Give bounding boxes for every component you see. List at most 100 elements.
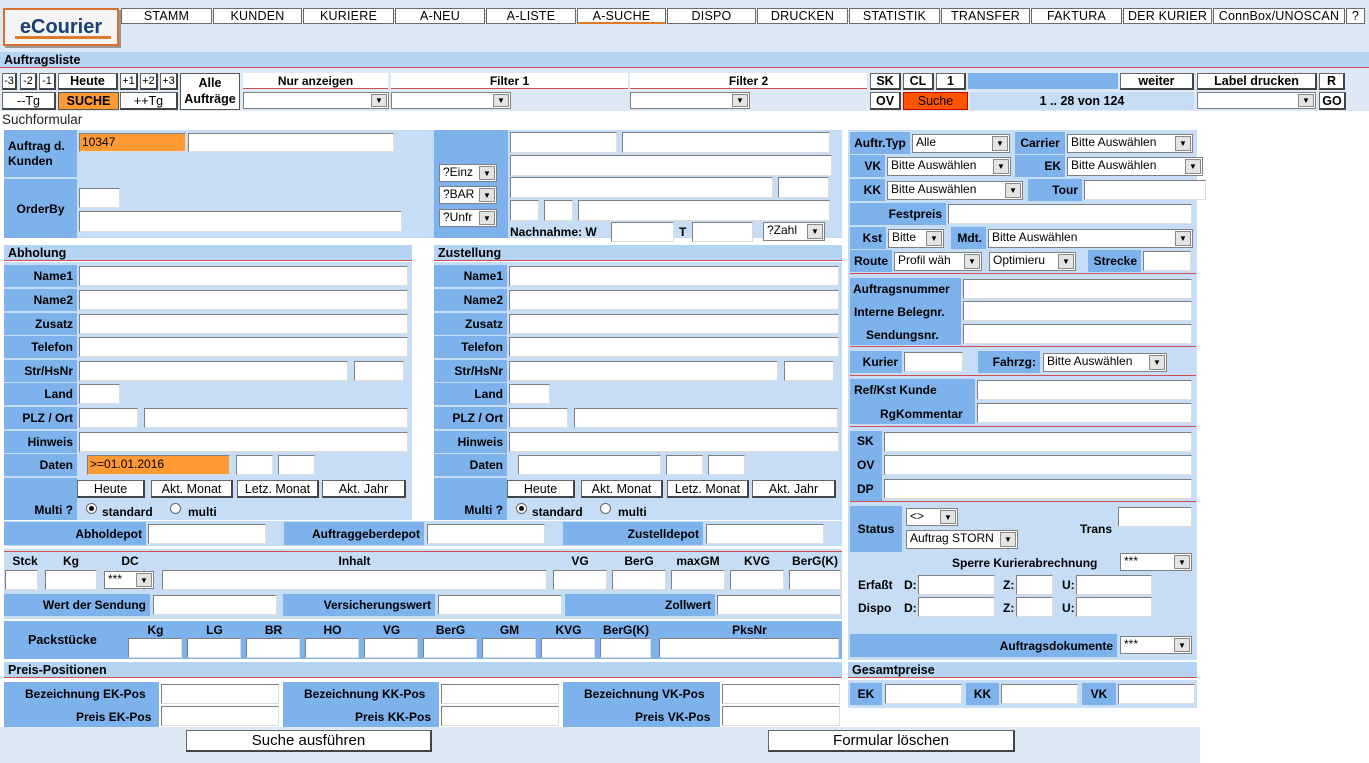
total-ek-input[interactable] [885,684,962,704]
order-number-input[interactable] [963,279,1192,299]
insurance-input[interactable] [438,595,562,615]
goods-vg-input[interactable] [553,570,607,590]
pickup-standard-radio[interactable] [86,503,97,514]
docs-select[interactable]: *** ▼ [1120,636,1192,654]
status-select[interactable]: Auftrag STORN ▼ [906,530,1018,549]
package-input-br[interactable] [246,638,300,658]
delivery-date-btn-heute[interactable]: Heute [507,480,575,498]
total-kk-input[interactable] [1001,684,1078,704]
unfr-select[interactable]: ?Unfr ▼ [439,209,497,227]
day-plus-2-button[interactable]: +2 [140,73,158,90]
nav-kuriere[interactable]: KURIERE [303,8,394,24]
pickup-date-btn-akt-monat[interactable]: Akt. Monat [151,480,233,498]
sk-input[interactable] [884,432,1192,452]
run-search-button[interactable]: Suche ausführen [186,730,432,752]
only-show-select[interactable]: ▼ [243,92,389,109]
goods-stck-input[interactable] [5,570,38,590]
pickup-date-from-input[interactable]: >=01.01.2016 [87,455,230,475]
pickup-date-btn-heute[interactable]: Heute [77,480,145,498]
pickup-multi-radio[interactable] [170,503,181,514]
delivery-telefon-input[interactable] [509,337,839,357]
kk-select[interactable]: Bitte Auswählen ▼ [887,181,1023,200]
vehicle-select[interactable]: Bitte Auswählen ▼ [1043,353,1167,372]
einz-select[interactable]: ?Einz ▼ [439,164,497,182]
customer-order-extra-input[interactable] [188,133,394,152]
delivery-housenr-input[interactable] [784,361,834,381]
goods-content-input[interactable] [162,570,547,590]
ek-select[interactable]: Bitte Auswählen ▼ [1067,157,1203,176]
order-ref-input-3[interactable] [510,155,832,176]
goods-maxgm-input[interactable] [671,570,725,590]
delivery-name1-input[interactable] [509,266,839,286]
order-ref-input-1[interactable] [510,132,617,153]
r-button[interactable]: R [1319,73,1345,90]
goods-kvg-input[interactable] [730,570,784,590]
zahl-select[interactable]: ?Zahl ▼ [763,222,825,241]
package-input-ho[interactable] [305,638,359,658]
ecourier-logo[interactable]: eCourier [3,8,119,46]
ov-button[interactable]: OV [870,92,901,110]
pickup-name2-input[interactable] [79,290,408,310]
pickup-date-input-3[interactable] [278,455,315,475]
go-button[interactable]: GO [1319,92,1346,110]
pickup-date-btn-akt-jahr[interactable]: Akt. Jahr [322,480,406,498]
today-button[interactable]: Heute [58,73,118,90]
ek-pos-name-input[interactable] [161,684,279,704]
lock-select[interactable]: *** ▼ [1120,553,1192,571]
order-ref-input-5[interactable] [778,177,829,198]
nav-drucken[interactable]: DRUCKEN [757,8,848,24]
delivery-depot-input[interactable] [706,524,824,544]
bar-select[interactable]: ?BAR ▼ [439,186,497,204]
page-number-button[interactable]: 1 [936,73,966,90]
kk-pos-price-input[interactable] [441,706,559,726]
pickup-city-input[interactable] [144,408,408,428]
nav-dispo[interactable]: DISPO [667,8,756,24]
nav-help[interactable]: ? [1346,8,1365,24]
delivery-hinweis-input[interactable] [509,432,839,452]
nav-connbox-unoscan[interactable]: ConnBox/UNOSCAN [1213,8,1345,24]
package-input-berg[interactable] [423,638,477,658]
package-input-berg-k-[interactable] [600,638,651,658]
delivery-date-input-2[interactable] [666,455,703,475]
nav-faktura[interactable]: FAKTURA [1031,8,1122,24]
goods-berg-input[interactable] [612,570,666,590]
ek-pos-price-input[interactable] [161,706,279,726]
package-input-pksnr[interactable] [659,638,839,658]
next-day-button[interactable]: ++Tg [120,92,178,110]
value-input[interactable] [153,595,277,615]
cod-w-input[interactable] [611,222,674,242]
delivery-street-input[interactable] [509,361,778,381]
total-vk-input[interactable] [1118,684,1195,704]
day-minus-1-button[interactable]: -1 [39,73,56,90]
package-input-kvg[interactable] [541,638,595,658]
filter1-select[interactable]: ▼ [391,92,511,109]
delivery-date-btn-akt-monat[interactable]: Akt. Monat [581,480,663,498]
sk-button[interactable]: SK [870,73,901,90]
dispo-date-input[interactable] [918,597,995,617]
label-select[interactable]: ▼ [1197,92,1316,109]
nav-kunden[interactable]: KUNDEN [213,8,302,24]
delivery-multi-radio[interactable] [600,503,611,514]
pickup-street-input[interactable] [79,361,348,381]
rg-comment-input[interactable] [977,403,1192,423]
delivery-standard-radio[interactable] [516,503,527,514]
dp-input[interactable] [884,479,1192,499]
customer-order-input[interactable]: 10347 [79,133,186,152]
orderby-input-1[interactable] [79,188,120,208]
trans-input[interactable] [1118,507,1192,527]
nav-transfer[interactable]: TRANSFER [941,8,1030,24]
filter2-select[interactable]: ▼ [630,92,750,109]
delivery-date-from-input[interactable] [518,455,661,475]
status-operator-select[interactable]: <> ▼ [906,508,958,526]
shipment-number-input[interactable] [963,324,1192,344]
day-plus-3-button[interactable]: +3 [160,73,178,90]
cl-button[interactable]: CL [903,73,934,90]
route-profile-select[interactable]: Profil wäh ▼ [894,252,982,271]
dispo-user-input[interactable] [1076,597,1152,617]
order-ref-input-2[interactable] [622,132,830,153]
nav-stamm[interactable]: STAMM [121,8,212,24]
order-ref-input-8[interactable] [578,200,830,221]
delivery-date-btn-akt-jahr[interactable]: Akt. Jahr [752,480,836,498]
package-input-vg[interactable] [364,638,418,658]
captured-user-input[interactable] [1076,575,1152,595]
